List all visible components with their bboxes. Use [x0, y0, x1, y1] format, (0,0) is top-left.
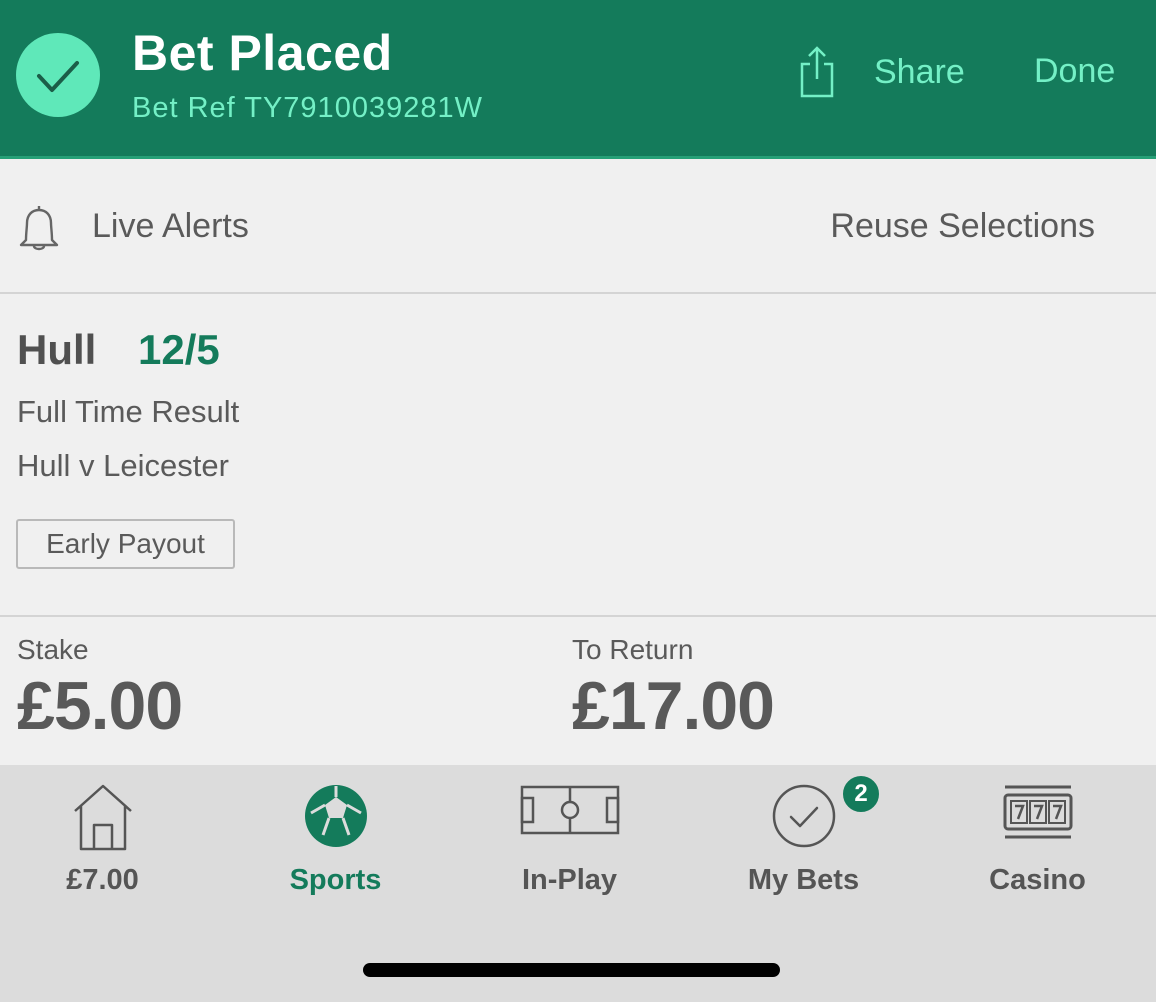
home-icon: [73, 784, 132, 851]
check-circle-icon: [772, 784, 835, 848]
tab-label: Casino: [989, 864, 1086, 896]
bell-icon[interactable]: [16, 203, 62, 253]
tab-my-bets[interactable]: My Bets: [688, 765, 919, 925]
stake-summary: Stake £5.00 To Return £17.00: [0, 617, 1156, 765]
tab-sports[interactable]: Sports: [220, 765, 451, 925]
page-title: Bet Placed: [132, 25, 393, 81]
done-button[interactable]: Done: [1034, 52, 1115, 91]
my-bets-count-badge: 2: [841, 774, 881, 814]
tab-label: In-Play: [521, 864, 618, 896]
success-check-icon: [16, 33, 100, 117]
stake-value: £5.00: [17, 668, 183, 744]
selection-card: Hull 12/5 Full Time Result Hull v Leices…: [0, 294, 1156, 617]
share-label: Share: [874, 52, 965, 91]
reuse-selections-button[interactable]: Reuse Selections: [830, 207, 1095, 246]
share-icon: [800, 46, 834, 98]
football-icon: [304, 785, 367, 847]
bet-placed-header: Bet Placed Bet Ref TY7910039281W Share D…: [0, 0, 1156, 159]
return-value: £17.00: [572, 668, 775, 744]
tab-casino[interactable]: Casino: [922, 765, 1153, 925]
selection-odds: 12/5: [138, 326, 220, 373]
bet-actions-row: Live Alerts Reuse Selections: [0, 159, 1156, 294]
tab-label: Sports: [289, 864, 382, 896]
selection-name: Hull: [17, 326, 97, 373]
tab-label: My Bets: [747, 864, 860, 896]
share-button[interactable]: Share: [798, 44, 965, 100]
tab-in-play[interactable]: In-Play: [454, 765, 685, 925]
pitch-icon: [520, 785, 619, 835]
stake-label: Stake: [17, 634, 89, 665]
market-name: Full Time Result: [17, 394, 240, 429]
slot-machine-icon: [1003, 785, 1072, 839]
event-name: Hull v Leicester: [17, 448, 229, 483]
early-payout-badge: Early Payout: [16, 519, 235, 569]
home-indicator[interactable]: [363, 963, 780, 977]
tab-balance[interactable]: £7.00: [0, 765, 218, 925]
bet-reference: Bet Ref TY7910039281W: [132, 92, 483, 124]
live-alerts-button[interactable]: Live Alerts: [92, 207, 249, 246]
tab-label: £7.00: [66, 864, 139, 896]
return-label: To Return: [572, 634, 694, 665]
